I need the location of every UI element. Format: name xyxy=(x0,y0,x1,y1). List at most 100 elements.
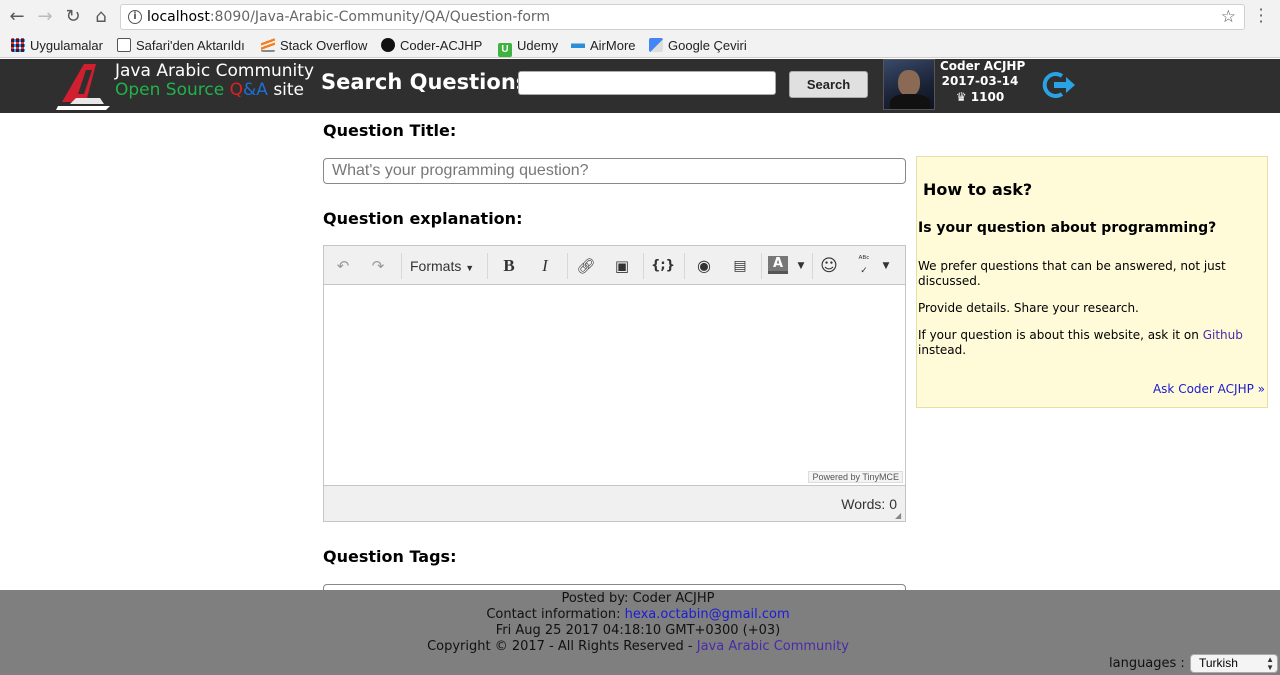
bookmark-apps[interactable]: Uygulamalar xyxy=(11,38,103,54)
code-sample-icon[interactable]: {;} xyxy=(651,255,675,277)
bookmark-label: AirMore xyxy=(590,38,636,53)
open-source-text: Open Source xyxy=(115,80,225,100)
help-paragraph-2: Provide details. Share your research. xyxy=(918,301,1139,315)
url-path: :8090/Java-Arabic-Community/QA/Question-… xyxy=(209,9,551,25)
bookmark-star-icon[interactable]: ☆ xyxy=(1221,5,1236,29)
spellcheck-chevron-icon[interactable]: ▼ xyxy=(879,255,893,277)
question-explanation-label: Question explanation: xyxy=(323,209,523,228)
logout-icon[interactable] xyxy=(1042,71,1076,99)
search-input[interactable] xyxy=(518,71,776,95)
github-link[interactable]: Github xyxy=(1203,328,1243,342)
bold-icon[interactable]: B xyxy=(498,255,520,277)
reload-icon[interactable]: ↻ xyxy=(62,6,84,28)
toolbar-divider xyxy=(761,253,762,279)
toolbar-divider xyxy=(812,253,813,279)
folder-icon xyxy=(117,38,131,52)
word-count: Words: 0 xyxy=(841,496,897,512)
text-color-chevron-icon[interactable]: ▼ xyxy=(794,255,808,277)
toolbar-divider xyxy=(643,253,644,279)
bookmark-udemy[interactable]: U Udemy xyxy=(498,38,559,57)
site-subtitle[interactable]: Open Source Q&A site xyxy=(115,80,304,100)
bookmark-github[interactable]: Coder-ACJHP xyxy=(381,38,482,54)
formats-label: Formats xyxy=(410,258,462,274)
stackoverflow-icon xyxy=(261,38,275,52)
site-word: site xyxy=(273,80,305,100)
site-header: Java Arabic Community Open Source Q&A si… xyxy=(0,59,1280,113)
address-bar[interactable]: i localhost:8090/Java-Arabic-Community/Q… xyxy=(120,4,1245,30)
user-join-date: 2017-03-14 xyxy=(941,74,1019,88)
editor-statusbar: Words: 0 ◢ xyxy=(324,485,905,521)
browser-toolbar: ← → ↻ ⌂ i localhost:8090/Java-Arabic-Com… xyxy=(0,0,1280,34)
formats-dropdown[interactable]: Formats ▼ xyxy=(410,255,480,277)
site-title[interactable]: Java Arabic Community xyxy=(115,61,314,81)
image-icon[interactable]: ▣ xyxy=(611,255,633,277)
avatar[interactable] xyxy=(883,59,935,110)
browser-menu-icon[interactable]: · · · xyxy=(1258,2,1264,30)
bookmark-label: Google Çeviri xyxy=(668,38,747,53)
google-translate-icon xyxy=(649,38,663,52)
spellcheck-icon[interactable]: ᴬᴮᶜ ✓ xyxy=(853,255,875,277)
copyright-text: Copyright © 2017 - All Rights Reserved - xyxy=(427,639,697,654)
redo-icon[interactable]: ↷ xyxy=(367,255,389,277)
language-select[interactable]: Turkish ▲ ▼ xyxy=(1190,654,1278,673)
bookmarks-bar: Uygulamalar Safari'den Aktarıldı Stack O… xyxy=(0,34,1280,58)
home-icon[interactable]: ⌂ xyxy=(90,6,112,28)
italic-icon[interactable]: I xyxy=(534,255,556,277)
community-link[interactable]: Java Arabic Community xyxy=(697,639,849,654)
help-title: How to ask? xyxy=(923,180,1033,199)
help-subtitle: Is your question about programming? xyxy=(918,220,1217,236)
search-button[interactable]: Search xyxy=(789,71,868,98)
ask-coder-link[interactable]: Ask Coder ACJHP » xyxy=(1153,382,1265,396)
avatar-head xyxy=(898,70,920,96)
bookmark-stackoverflow[interactable]: Stack Overflow xyxy=(261,38,367,54)
footer-copyright: Copyright © 2017 - All Rights Reserved -… xyxy=(0,639,1276,654)
toolbar-divider xyxy=(684,253,685,279)
question-title-input[interactable]: What's your programming question? xyxy=(323,158,906,184)
help-paragraph-3-text: If your question is about this website, … xyxy=(918,328,1203,342)
site-footer: Posted by: Coder ACJHP Contact informati… xyxy=(0,590,1280,675)
info-icon[interactable]: i xyxy=(128,10,142,24)
bookmark-label: Coder-ACJHP xyxy=(400,38,483,53)
languages-label: languages : xyxy=(1109,656,1185,671)
github-icon xyxy=(381,38,395,52)
link-icon[interactable]: 🔗︎ xyxy=(575,255,597,277)
bookmark-label: Uygulamalar xyxy=(30,38,103,53)
bookmark-label: Safari'den Aktarıldı xyxy=(136,38,245,53)
question-tags-label: Question Tags: xyxy=(323,547,457,566)
search-label: Search Questions : xyxy=(321,70,544,94)
bookmark-safari[interactable]: Safari'den Aktarıldı xyxy=(117,38,245,54)
user-reputation: ♛ 1100 xyxy=(955,90,1005,104)
help-paragraph-3: If your question is about this website, … xyxy=(918,328,1263,358)
bookmark-label: Stack Overflow xyxy=(280,38,368,53)
bookmark-airmore[interactable]: AirMore xyxy=(571,38,636,54)
rich-text-editor[interactable]: ↶ ↷ Formats ▼ B I 🔗︎ ▣ {;} ◉ ▤ A ▼ ☺ ᴬᴮᶜ… xyxy=(323,245,906,522)
footer-date: Fri Aug 25 2017 04:18:10 GMT+0300 (+03) xyxy=(495,623,781,638)
emoticons-icon[interactable]: ☺ xyxy=(818,255,840,277)
udemy-icon: U xyxy=(498,43,512,57)
user-name[interactable]: Coder ACJHP xyxy=(940,59,1025,73)
resize-handle-icon[interactable]: ◢ xyxy=(895,511,904,520)
toolbar-divider xyxy=(401,253,402,279)
bookmark-google-translate[interactable]: Google Çeviri xyxy=(649,38,747,54)
site-logo-icon[interactable] xyxy=(56,62,112,110)
question-title-label: Question Title: xyxy=(323,121,457,140)
a-letter: A xyxy=(256,80,268,100)
footer-contact: Contact information: hexa.octabin@gmail.… xyxy=(0,607,1276,622)
text-color-icon[interactable]: A xyxy=(768,256,788,274)
toolbar-divider xyxy=(567,253,568,279)
contact-email-link[interactable]: hexa.octabin@gmail.com xyxy=(625,607,790,622)
q-letter: Q xyxy=(229,80,243,100)
toolbar-divider xyxy=(487,253,488,279)
back-arrow-icon[interactable]: ← xyxy=(6,6,28,28)
forward-arrow-icon[interactable]: → xyxy=(34,6,56,28)
powered-by-tinymce[interactable]: Powered by TinyMCE xyxy=(808,471,903,483)
how-to-ask-panel: How to ask? Is your question about progr… xyxy=(916,156,1268,408)
avatar-body xyxy=(890,94,930,109)
airmore-icon xyxy=(571,38,585,52)
editor-toolbar: ↶ ↷ Formats ▼ B I 🔗︎ ▣ {;} ◉ ▤ A ▼ ☺ ᴬᴮᶜ… xyxy=(324,246,905,285)
url-host: localhost xyxy=(147,9,210,25)
media-film-icon[interactable]: ▤ xyxy=(729,255,751,277)
bookmark-label: Udemy xyxy=(517,38,559,53)
undo-icon[interactable]: ↶ xyxy=(332,255,354,277)
preview-eye-icon[interactable]: ◉ xyxy=(693,255,715,277)
